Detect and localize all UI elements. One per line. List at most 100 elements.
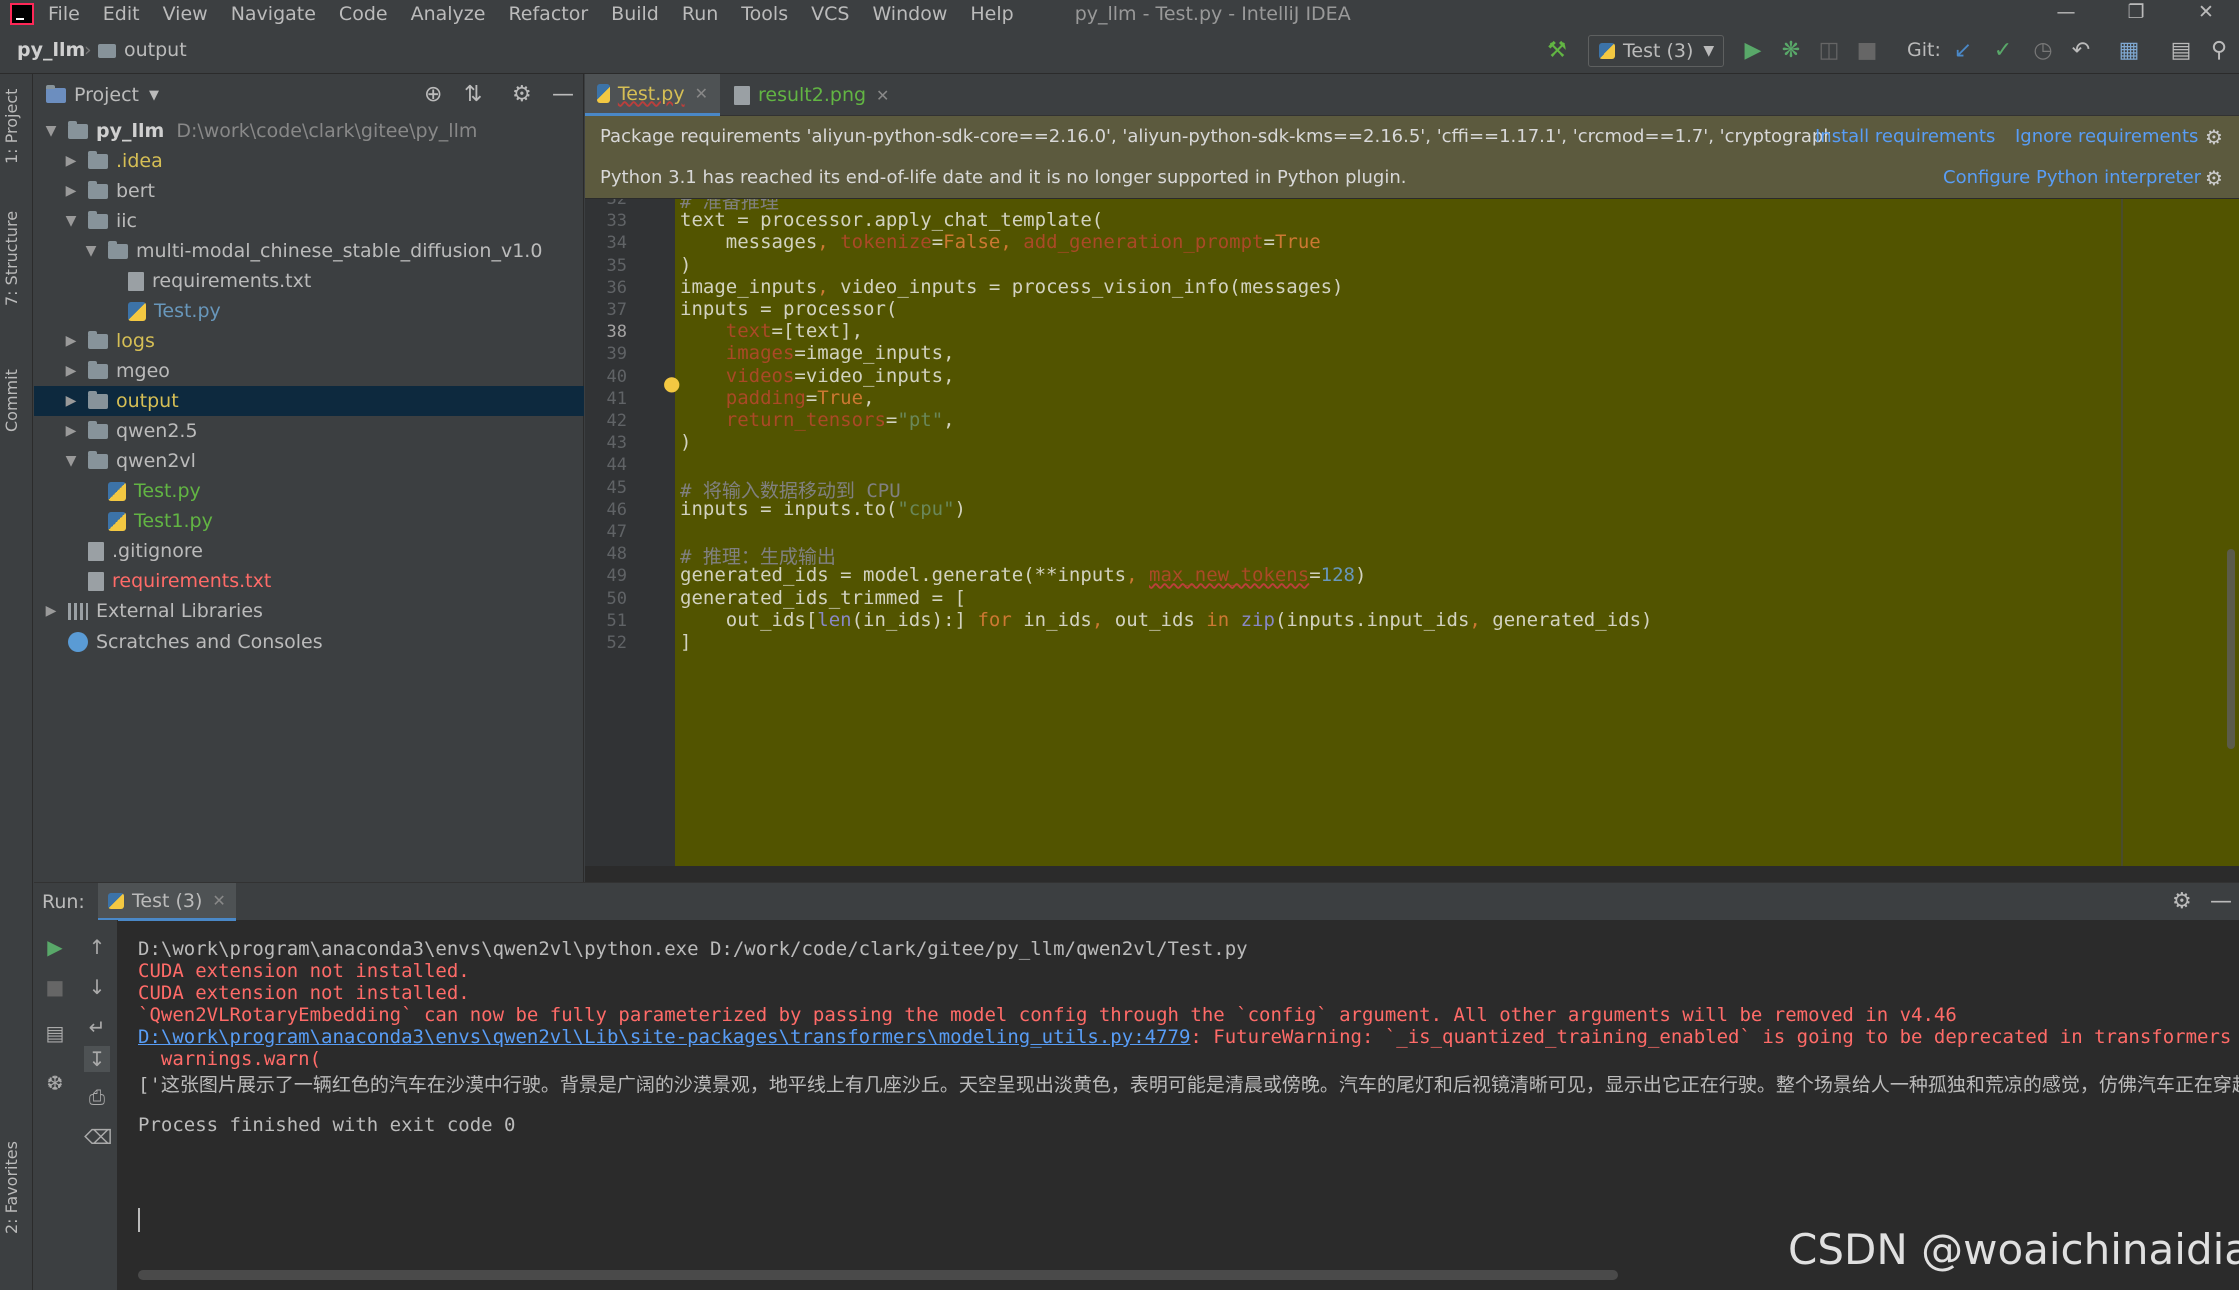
- git-history-icon[interactable]: ◷: [2030, 38, 2056, 64]
- close-tab-icon[interactable]: ✕: [212, 891, 225, 910]
- chevron-right-icon[interactable]: ▶: [64, 423, 78, 439]
- menu-vcs[interactable]: VCS: [811, 3, 849, 25]
- tab-test-py[interactable]: Test.py ✕: [585, 74, 720, 116]
- tree-item[interactable]: ▶ bert: [34, 176, 584, 206]
- gear-icon[interactable]: ⚙: [2205, 166, 2223, 190]
- ignore-requirements-link[interactable]: Ignore requirements: [2015, 126, 2198, 147]
- git-commit-icon[interactable]: ✓: [1990, 38, 2016, 64]
- menu-code[interactable]: Code: [339, 3, 388, 25]
- structure-tool-tab[interactable]: 7: Structure: [2, 211, 21, 306]
- close-tab-icon[interactable]: ✕: [876, 86, 889, 105]
- menu-window[interactable]: Window: [872, 3, 947, 25]
- horizontal-scrollbar[interactable]: [138, 1270, 1618, 1280]
- menu-navigate[interactable]: Navigate: [231, 3, 316, 25]
- tree-item[interactable]: ▼ multi-modal_chinese_stable_diffusion_v1…: [34, 236, 584, 266]
- menu-view[interactable]: View: [163, 3, 208, 25]
- minimize-icon[interactable]: —: [2036, 0, 2096, 28]
- tree-item[interactable]: Test1.py: [34, 506, 584, 536]
- line-number: 46: [606, 499, 627, 520]
- chevron-down-icon[interactable]: ▼: [64, 453, 78, 469]
- hide-panel-icon[interactable]: —: [2210, 889, 2232, 914]
- presentation-icon[interactable]: ▤: [2168, 38, 2194, 64]
- scroll-down-icon[interactable]: ↓: [84, 974, 110, 1000]
- menu-help[interactable]: Help: [970, 3, 1013, 25]
- install-requirements-link[interactable]: Install requirements: [1815, 126, 1995, 147]
- coverage-icon[interactable]: ◫: [1816, 38, 1842, 64]
- tree-item[interactable]: ▶ logs: [34, 326, 584, 356]
- tree-item[interactable]: ▼ py_llm D:\work\code\clark\gitee\py_llm: [34, 116, 584, 146]
- configure-interpreter-link[interactable]: Configure Python interpreter: [1943, 167, 2201, 188]
- close-window-icon[interactable]: ✕: [2176, 0, 2236, 28]
- tree-item[interactable]: requirements.txt: [34, 566, 584, 596]
- restore-icon[interactable]: ❐: [2106, 0, 2166, 28]
- tree-item[interactable]: Test.py: [34, 296, 584, 326]
- menu-analyze[interactable]: Analyze: [411, 3, 486, 25]
- gear-icon[interactable]: ⚙: [2172, 889, 2192, 914]
- chevron-right-icon[interactable]: ▶: [64, 153, 78, 169]
- scroll-up-icon[interactable]: ↑: [84, 934, 110, 960]
- tree-item[interactable]: ▶ qwen2.5: [34, 416, 584, 446]
- tree-item[interactable]: ▶ External Libraries: [34, 596, 584, 626]
- tree-item[interactable]: ▶ .idea: [34, 146, 584, 176]
- chevron-down-icon[interactable]: ▼: [84, 243, 98, 259]
- tree-item[interactable]: requirements.txt: [34, 266, 584, 296]
- git-rollback-icon[interactable]: ↶: [2068, 38, 2094, 64]
- chevron-right-icon[interactable]: ▶: [64, 363, 78, 379]
- tab-result2-png[interactable]: result2.png ✕: [722, 74, 902, 116]
- breadcrumb-project[interactable]: py_llm: [17, 39, 85, 61]
- run-tab[interactable]: Test (3) ✕: [98, 883, 236, 921]
- tree-item[interactable]: ▶ mgeo: [34, 356, 584, 386]
- chevron-down-icon[interactable]: ▼: [149, 88, 159, 103]
- locate-target-icon[interactable]: ⊕: [424, 82, 442, 107]
- vertical-scrollbar[interactable]: [2227, 549, 2235, 749]
- build-hammer-icon[interactable]: ⚒: [1544, 38, 1570, 64]
- menu-refactor[interactable]: Refactor: [508, 3, 588, 25]
- hide-panel-icon[interactable]: —: [552, 82, 574, 107]
- pin-icon[interactable]: ❆: [42, 1070, 68, 1096]
- collapse-all-icon[interactable]: ⇅: [464, 82, 482, 107]
- run-icon[interactable]: ▶: [1740, 38, 1766, 64]
- chevron-down-icon[interactable]: ▼: [64, 213, 78, 229]
- layout-icon[interactable]: ▤: [42, 1020, 68, 1046]
- tree-item[interactable]: Scratches and Consoles: [34, 627, 584, 657]
- menu-file[interactable]: File: [48, 3, 80, 25]
- tree-item[interactable]: ▼ iic: [34, 206, 584, 236]
- menu-tools[interactable]: Tools: [741, 3, 788, 25]
- menu-edit[interactable]: Edit: [103, 3, 140, 25]
- chevron-right-icon[interactable]: ▶: [64, 183, 78, 199]
- tree-item[interactable]: ▼ qwen2vl: [34, 446, 584, 476]
- tree-item[interactable]: ▶ output: [34, 386, 584, 417]
- project-structure-icon[interactable]: ▦: [2116, 38, 2142, 64]
- search-icon[interactable]: ⚲: [2206, 38, 2232, 64]
- breadcrumb-folder[interactable]: output: [124, 39, 187, 61]
- project-panel-title[interactable]: Project: [74, 84, 139, 106]
- tree-item[interactable]: .gitignore: [34, 536, 584, 566]
- soft-wrap-icon[interactable]: ↵: [84, 1014, 110, 1040]
- close-tab-icon[interactable]: ✕: [695, 84, 708, 103]
- scroll-to-end-icon[interactable]: ↧: [84, 1046, 110, 1072]
- stop-icon[interactable]: ■: [42, 974, 68, 1000]
- commit-tool-tab[interactable]: Commit: [2, 369, 21, 432]
- menu-build[interactable]: Build: [611, 3, 659, 25]
- console-line[interactable]: D:\work\program\anaconda3\envs\qwen2vl\L…: [138, 1026, 2231, 1048]
- git-update-icon[interactable]: ↙: [1950, 38, 1976, 64]
- print-icon[interactable]: ⎙: [84, 1084, 110, 1110]
- gear-icon[interactable]: ⚙: [512, 82, 532, 107]
- gear-icon[interactable]: ⚙: [2205, 125, 2223, 149]
- tree-item[interactable]: Test.py: [34, 476, 584, 506]
- code-editor[interactable]: 32 33 34 35 36 37 38 39 40 41 42 43 44 45 46 47 48 49 50 51…: [585, 199, 2239, 866]
- menu-run[interactable]: Run: [682, 3, 718, 25]
- chevron-down-icon[interactable]: ▼: [44, 123, 58, 139]
- intention-bulb-icon[interactable]: ●: [663, 371, 680, 395]
- file-link[interactable]: D:\work\program\anaconda3\envs\qwen2vl\L…: [138, 1026, 1190, 1048]
- chevron-right-icon[interactable]: ▶: [64, 393, 78, 409]
- project-tool-tab[interactable]: 1: Project: [2, 89, 21, 164]
- debug-bug-icon[interactable]: ❋: [1778, 38, 1804, 64]
- rerun-icon[interactable]: ▶: [42, 934, 68, 960]
- stop-icon[interactable]: ■: [1854, 38, 1880, 64]
- chevron-right-icon[interactable]: ▶: [44, 603, 58, 619]
- chevron-right-icon[interactable]: ▶: [64, 333, 78, 349]
- run-configuration-select[interactable]: Test (3) ▼: [1588, 35, 1724, 67]
- favorites-tool-tab[interactable]: 2: Favorites: [2, 1141, 21, 1234]
- clear-trash-icon[interactable]: ⌫: [84, 1124, 112, 1150]
